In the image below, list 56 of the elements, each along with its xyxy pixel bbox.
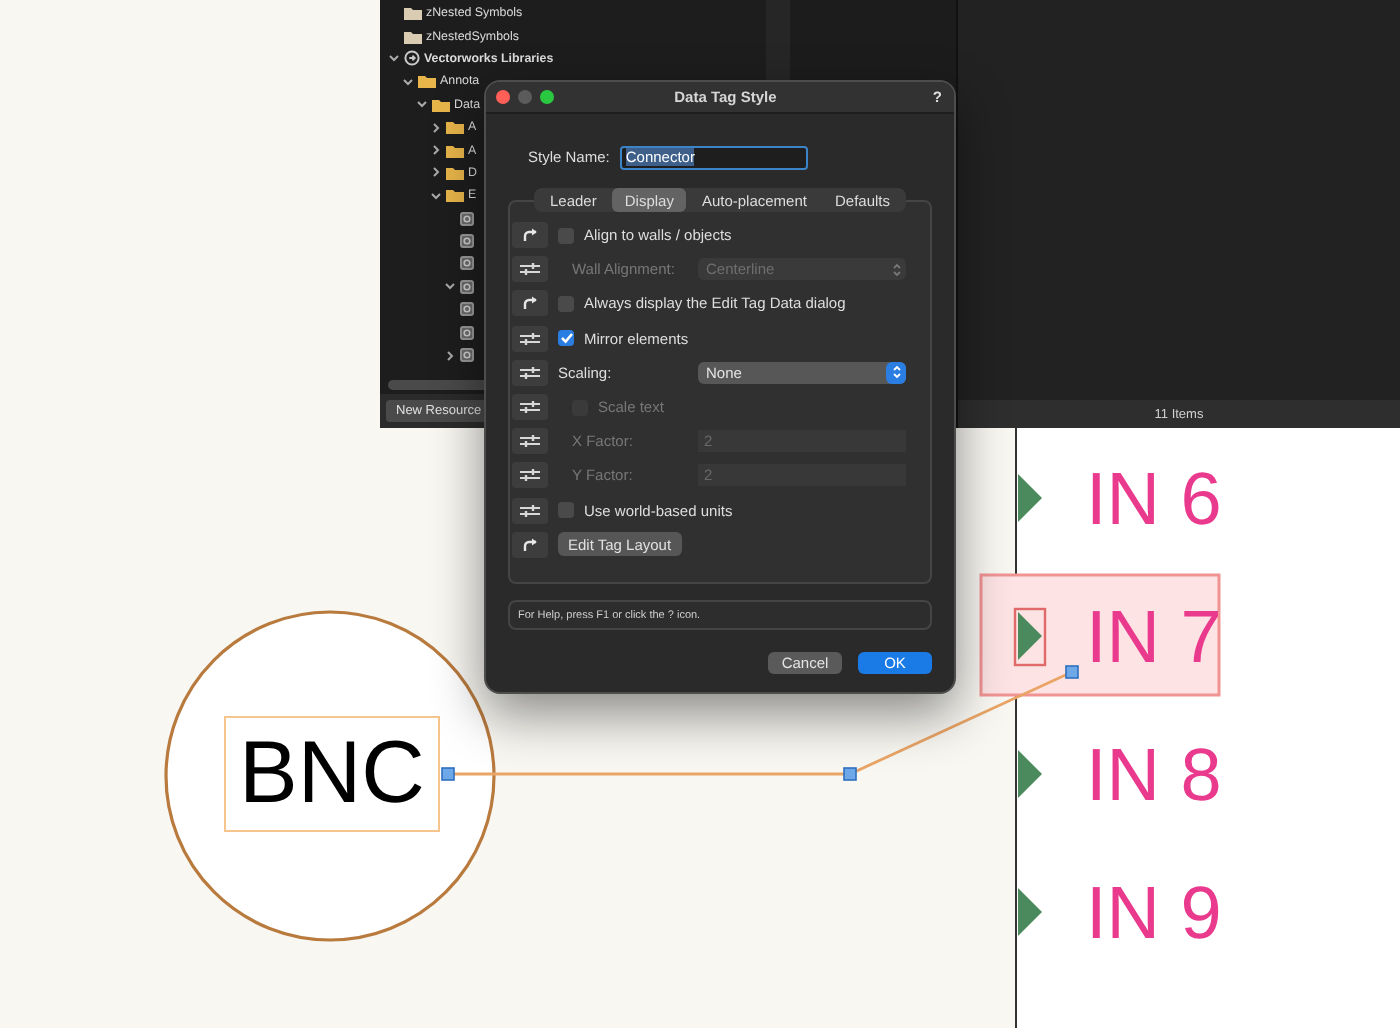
port-triangle [1018, 612, 1042, 660]
sliders-icon [520, 468, 540, 483]
port-label: IN 8 [1086, 734, 1222, 816]
checkbox[interactable] [558, 330, 574, 347]
port-label: IN 6 [1086, 458, 1222, 540]
sliders-icon [520, 331, 540, 346]
expand-caret-icon[interactable] [430, 166, 442, 179]
library-icon [404, 50, 420, 67]
checkbox[interactable] [558, 295, 574, 312]
arrow-button[interactable] [512, 222, 548, 249]
sliders-button[interactable] [512, 325, 548, 352]
expand-caret-icon[interactable] [430, 121, 442, 134]
port-triangle [1018, 750, 1042, 798]
handle[interactable] [1065, 665, 1079, 679]
arrow-button[interactable] [512, 531, 548, 558]
resource-icon [460, 325, 474, 340]
sliders-icon [520, 365, 540, 380]
stepper-icon [886, 361, 906, 384]
sliders-button[interactable] [512, 359, 548, 386]
port-triangle [1018, 888, 1042, 936]
resource-icon [460, 302, 474, 317]
sliders-icon [520, 262, 540, 277]
sliders-button[interactable] [512, 497, 548, 524]
resource-icon [460, 256, 474, 271]
arrow-button[interactable] [512, 290, 548, 317]
curved-arrow-icon [522, 296, 538, 311]
port-label: IN 9 [1086, 872, 1222, 954]
sliders-button[interactable] [512, 428, 548, 455]
handle[interactable] [843, 767, 857, 781]
sliders-button[interactable] [512, 394, 548, 421]
resource-icon [460, 279, 474, 294]
collapse-caret-icon[interactable] [402, 75, 414, 88]
expand-caret-icon[interactable] [430, 144, 442, 157]
handle[interactable] [441, 767, 455, 781]
checkbox[interactable] [558, 502, 574, 519]
expand-caret-icon[interactable] [444, 349, 456, 362]
sliders-icon [520, 400, 540, 415]
zoom-button[interactable] [540, 90, 554, 104]
port-label: IN 7 [1086, 596, 1222, 678]
port-triangle [1018, 474, 1042, 522]
sliders-icon [520, 434, 540, 449]
collapse-caret-icon[interactable] [388, 52, 400, 65]
resource-icon [460, 234, 474, 249]
checkbox[interactable] [558, 227, 574, 244]
collapse-caret-icon[interactable] [430, 189, 442, 202]
collapse-caret-icon[interactable] [416, 98, 428, 111]
close-button[interactable] [496, 90, 510, 104]
resource-icon [460, 211, 474, 226]
curved-arrow-icon [522, 537, 538, 552]
sliders-icon [520, 503, 540, 518]
data-tag: BNC [224, 716, 440, 832]
sliders-button[interactable] [512, 462, 548, 489]
sliders-button[interactable] [512, 256, 548, 283]
collapse-caret-icon[interactable] [444, 280, 456, 293]
curved-arrow-icon [522, 228, 538, 243]
resource-icon [460, 348, 474, 363]
